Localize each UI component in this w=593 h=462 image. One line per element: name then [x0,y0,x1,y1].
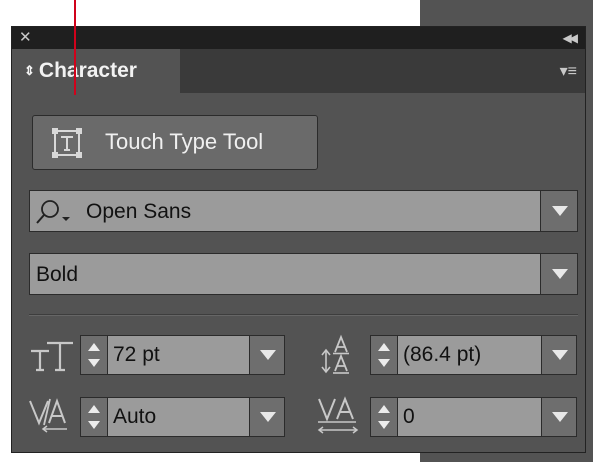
touch-type-icon [52,128,82,158]
pointer-line [74,0,76,95]
panel-menu-icon[interactable]: ▾≡ [560,61,577,81]
panel-title-bar[interactable]: ✕ ◀◀ [12,27,585,50]
font-size-input[interactable]: 72 pt [107,335,250,375]
font-family-dropdown[interactable]: Open Sans [29,190,578,232]
kerning-stepper[interactable] [80,397,108,437]
font-style-dropdown-arrow[interactable] [540,254,577,294]
font-family-value: Open Sans [86,200,192,223]
kerning-input[interactable]: Auto [107,397,250,437]
up-down-arrows-icon: ⇕ [24,63,35,78]
font-size-icon [31,341,73,372]
leading-dropdown[interactable] [541,335,577,375]
tracking-input[interactable]: 0 [397,397,542,437]
panel-tab-row: ⇕ Character ▾≡ [12,49,585,93]
font-size-dropdown[interactable] [249,335,285,375]
double-chevron-left-icon[interactable]: ◀◀ [563,30,579,46]
font-size-stepper[interactable] [80,335,108,375]
kerning-dropdown[interactable] [249,397,285,437]
touch-type-tool-label: Touch Type Tool [105,129,264,154]
touch-type-tool-button[interactable]: Touch Type Tool [32,115,318,170]
close-icon[interactable]: ✕ [19,29,32,47]
tab-character-label: Character [38,59,137,82]
tab-character[interactable]: ⇕ Character [12,49,180,93]
tracking-dropdown[interactable] [541,397,577,437]
font-family-dropdown-arrow[interactable] [540,191,577,231]
font-style-dropdown[interactable]: Bold [29,253,578,295]
kerning-icon [29,398,67,433]
search-icon [36,200,70,224]
tracking-icon [317,396,359,434]
divider-highlight [29,315,578,316]
tracking-stepper[interactable] [370,397,398,437]
font-style-value: Bold [36,263,79,286]
leading-input[interactable]: (86.4 pt) [397,335,542,375]
leading-stepper[interactable] [370,335,398,375]
leading-icon [321,334,349,374]
character-panel: ✕ ◀◀ ⇕ Character ▾≡ Touch Type Tool Open … [11,26,586,453]
